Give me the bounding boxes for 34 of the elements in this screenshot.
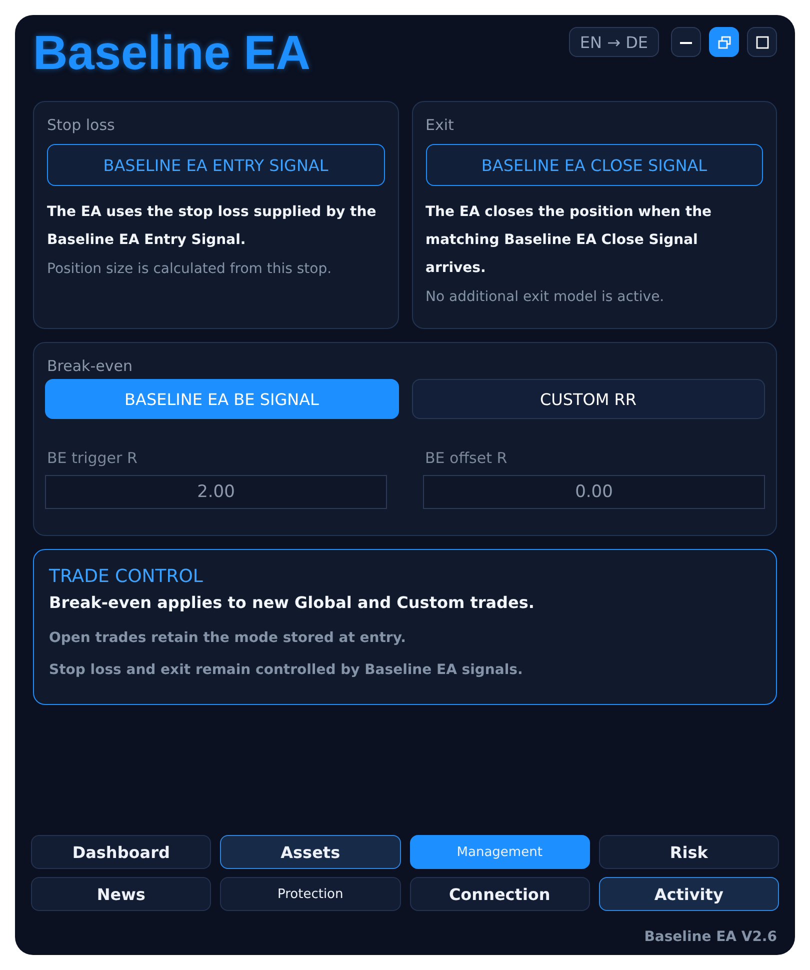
card-note: Position size is calculated from this stop. (47, 260, 333, 279)
language-button[interactable]: EN → DE (568, 27, 659, 57)
minimize-button[interactable] (671, 27, 701, 57)
panel-note: Open trades retain the mode stored at entry. (49, 629, 407, 648)
restore-icon (718, 36, 730, 48)
signal-button[interactable]: BASELINE EA CLOSE SIGNAL (426, 144, 763, 186)
nav-tab[interactable]: Activity (598, 877, 779, 911)
nav-tab[interactable]: News (31, 877, 212, 911)
maximize-button[interactable] (747, 27, 777, 57)
panel-lead-text: Break-even applies to new Global and Custom trades. (49, 593, 536, 612)
field-label: BE trigger R (47, 449, 138, 467)
mode-button[interactable]: CUSTOM RR (412, 379, 765, 419)
maximize-icon (756, 36, 768, 48)
nav-tab[interactable]: Risk (598, 835, 779, 869)
card-description: The EA uses the stop loss supplied by the Baseline EA Entry Signal. (47, 203, 378, 250)
minimize-icon (680, 40, 692, 44)
number-field[interactable]: 2.00 (45, 475, 387, 509)
card-heading: Stop loss (47, 116, 116, 134)
panel-heading: TRADE CONTROL (49, 566, 204, 587)
restore-button[interactable] (709, 27, 739, 57)
version-label: Baseline EA V2.6 (644, 929, 777, 945)
card-heading: Exit (426, 116, 455, 134)
app-title: Baseline EA (33, 27, 310, 81)
nav-tab[interactable]: Protection (220, 877, 400, 911)
card-description: The EA closes the position when the matching Baseline EA Close Signal arrives. (426, 203, 713, 278)
signal-button[interactable]: BASELINE EA ENTRY SIGNAL (47, 144, 384, 186)
card-note: No additional exit model is active. (426, 288, 666, 307)
nav-tab[interactable]: Connection (410, 877, 590, 911)
number-field[interactable]: 0.00 (423, 475, 765, 509)
panel-note: Stop loss and exit remain controlled by Baseline EA signals. (49, 661, 524, 680)
field-label: BE offset R (425, 449, 508, 467)
nav-tab[interactable]: Dashboard (31, 835, 212, 869)
nav-tab[interactable]: Assets (220, 835, 400, 869)
card-heading: Break-even (47, 357, 134, 375)
